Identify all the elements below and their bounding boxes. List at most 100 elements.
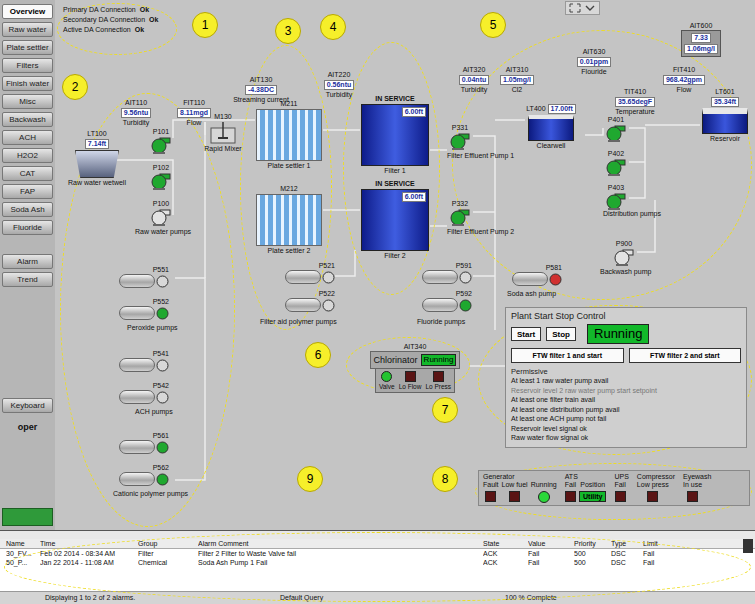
column-header[interactable]: Alarm Comment	[198, 539, 483, 548]
indicator-light	[381, 371, 392, 382]
chevron-down-icon[interactable]	[584, 3, 596, 13]
window-controls	[565, 1, 600, 15]
ftw-button[interactable]: FTW filter 2 and start	[629, 348, 742, 363]
column-header[interactable]: Group	[138, 539, 198, 548]
instrument[interactable]: TIT410 35.65degF Temperature	[613, 88, 657, 116]
tank-tag: LT601	[715, 88, 734, 96]
pump[interactable]: P552	[117, 298, 169, 320]
ftw-button[interactable]: FTW filter 1 and start	[511, 348, 624, 363]
nav-button[interactable]: H2O2	[2, 148, 53, 163]
ftw-row: FTW filter 1 and start FTW filter 2 and s…	[511, 348, 741, 363]
connection-label: Secondary DA Connection	[63, 16, 145, 24]
plate-settler-icon	[256, 109, 322, 161]
nav-button[interactable]: Raw water	[2, 22, 53, 37]
instrument-tag: AIT630	[583, 48, 606, 56]
nav-button[interactable]: Backwash	[2, 112, 53, 127]
pump[interactable]: P591	[420, 262, 472, 284]
chlorinator-panel[interactable]: AIT340 Chlorinator Running Valve Lo Flow…	[360, 343, 470, 393]
alarm-row[interactable]: 30_FV...Feb 02 2014 - 08:34 AMFilterFilt…	[0, 549, 755, 558]
metering-pump-icon	[119, 440, 169, 454]
pump[interactable]: P102	[148, 164, 174, 190]
connection-status: Primary DA Connection OkSecondary DA Con…	[63, 6, 158, 34]
pump[interactable]: P403	[603, 184, 629, 210]
expand-icon[interactable]	[569, 3, 581, 13]
pump-icon	[605, 124, 627, 142]
instrument[interactable]: AIT310 1.05mg/l Cl2	[495, 66, 539, 94]
tank[interactable]: IN SERVICE 6.00ft Filter 1	[360, 95, 430, 175]
user-name: oper	[2, 422, 53, 432]
column-header[interactable]: State	[483, 539, 528, 548]
pump[interactable]: P401	[603, 116, 629, 142]
pump[interactable]: P332	[447, 200, 473, 226]
alarm-row[interactable]: 50_P...Jan 22 2014 - 11:08 AMChemicalSod…	[0, 558, 755, 567]
scroll-button[interactable]	[743, 539, 753, 553]
instrument-tag: AIT130	[250, 76, 273, 84]
nav-button[interactable]: Fluoride	[2, 220, 53, 235]
instrument[interactable]: FIT410 968.42gpm Flow	[662, 66, 706, 94]
chlorinator-tag: AIT340	[404, 343, 427, 351]
tank[interactable]: LT601 35.34ft Reservoir	[700, 88, 750, 143]
nav-button[interactable]: Misc	[2, 94, 53, 109]
pump[interactable]: P562	[117, 464, 169, 486]
tank[interactable]: LT100 7.14ft Raw water wetwell	[67, 130, 127, 187]
instrument[interactable]: AIT320 0.04ntu Turbidity	[452, 66, 496, 94]
column-header[interactable]: Type	[611, 539, 643, 548]
tank-status: IN SERVICE	[375, 180, 415, 188]
nav-button[interactable]: CAT	[2, 166, 53, 181]
status-label: Running	[531, 481, 557, 489]
pump[interactable]: P900	[611, 240, 637, 266]
tank[interactable]: IN SERVICE 6.00ft Filter 2	[360, 180, 430, 260]
control-button[interactable]: Start	[511, 327, 541, 341]
pump[interactable]: P101	[148, 128, 174, 154]
nav-button[interactable]: Finish water	[2, 76, 53, 91]
nav-button[interactable]: FAP	[2, 184, 53, 199]
column-header[interactable]: Time	[40, 539, 138, 548]
column-header[interactable]: Priority	[574, 539, 611, 548]
equipment[interactable]: M211 Plate settler 1	[255, 100, 323, 170]
pump[interactable]: P592	[420, 290, 472, 312]
pump[interactable]: P522	[283, 290, 335, 312]
nav-button[interactable]: ACH	[2, 130, 53, 145]
keyboard-button[interactable]: Keyboard	[2, 398, 53, 413]
instrument-caption: Turbidity	[461, 86, 488, 94]
instrument[interactable]: FIT110 8.11mgd Flow	[172, 99, 216, 127]
alarm-cell: Fail	[643, 549, 739, 558]
pump-icon	[156, 359, 169, 372]
nav-button[interactable]: Plate settler	[2, 40, 53, 55]
pump[interactable]: P581	[510, 264, 562, 286]
instrument[interactable]: AIT220 0.56ntu Turbidity	[317, 71, 361, 99]
instrument[interactable]: AIT630 0.01ppm Flouride	[572, 48, 616, 76]
tank-caption: Clearwell	[537, 142, 566, 150]
pump[interactable]: P551	[117, 266, 169, 288]
pump-tag: P101	[153, 128, 169, 136]
pump-tag: P592	[456, 290, 472, 298]
instrument[interactable]: AIT130 -4.38DC Streaming current	[239, 76, 283, 104]
analyzer-box[interactable]: AIT600 7.331.06mg/l	[678, 22, 724, 57]
tank[interactable]: LT400 17.00ft Clearwell	[517, 104, 585, 150]
equipment[interactable]: M130 Rapid Mixer	[200, 113, 246, 153]
pump[interactable]: P331	[447, 124, 473, 150]
pump[interactable]: P542	[117, 382, 169, 404]
connection-value: Ok	[149, 16, 158, 24]
column-header[interactable]: Value	[528, 539, 574, 548]
column-header[interactable]: Name	[6, 539, 40, 548]
connection-value: Ok	[135, 26, 144, 34]
pump[interactable]: P561	[117, 432, 169, 454]
tool-button[interactable]: Trend	[2, 272, 53, 287]
pump[interactable]: P541	[117, 350, 169, 372]
equipment[interactable]: M212 Plate settler 2	[255, 185, 323, 255]
control-button[interactable]: Stop	[546, 327, 576, 341]
pump[interactable]: P521	[283, 262, 335, 284]
pump[interactable]: P100	[148, 200, 174, 226]
pump[interactable]: P402	[603, 150, 629, 176]
nav-button[interactable]: Filters	[2, 58, 53, 73]
instrument[interactable]: AIT110 9.56ntu Turbidity	[114, 99, 158, 127]
pump-group-label: Fluoride pumps	[417, 318, 465, 326]
nav-button[interactable]: Overview	[2, 4, 53, 19]
annotation-number: 4	[320, 14, 346, 40]
status-item: Fault	[483, 481, 499, 503]
tool-button[interactable]: Alarm	[2, 254, 53, 269]
column-header[interactable]: Limit	[643, 539, 739, 548]
annotation-number: 1	[192, 12, 218, 38]
nav-button[interactable]: Soda Ash	[2, 202, 53, 217]
